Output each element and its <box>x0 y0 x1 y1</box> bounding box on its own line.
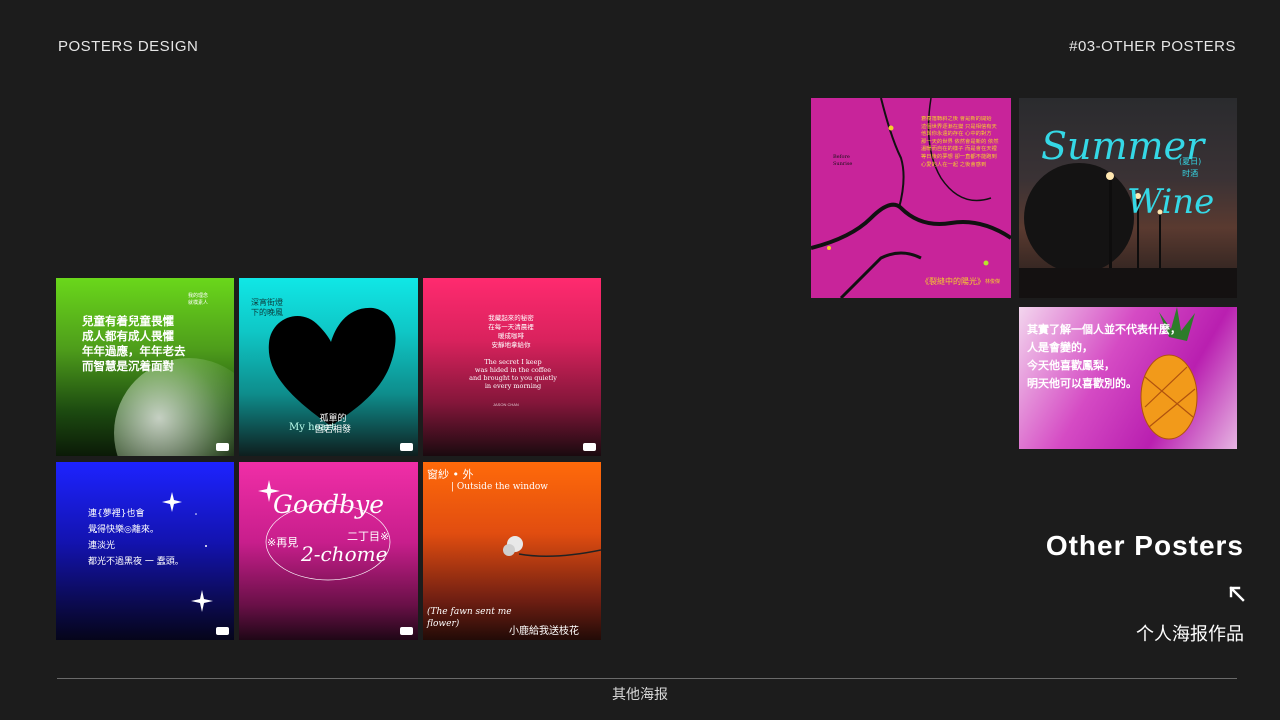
section-title: Other Posters <box>1045 530 1244 561</box>
poster-summer-wine[interactable]: Summer Wine (夏日) 时酒 <box>1019 98 1237 298</box>
poster-cracks-author: 林俊傑 <box>985 279 1001 285</box>
brand-logo-icon <box>583 443 596 451</box>
poster-goodbye-script2: 2-chome <box>301 542 388 566</box>
poster-cracks-left: Before Sunrise <box>833 154 853 167</box>
poster-green-corner: 我的理念 就樸素人 <box>188 293 209 306</box>
poster-goodbye[interactable]: Goodbye 二丁目※ ※再見 2-chome <box>239 462 418 640</box>
poster-summer-cn: (夏日) 时酒 <box>1179 157 1202 178</box>
poster-heart-top: 深宵街燈 下的晚風 <box>251 298 283 317</box>
poster-coffee[interactable]: 我藏起來的秘密 在每一天清晨裡 暖成咖啡 安靜地拿給你 The secret I… <box>423 278 601 456</box>
poster-summer-script2: Wine <box>1127 182 1215 222</box>
poster-pineapple-text: 其實了解一個人並不代表什麼， 人是會變的， 今天他喜歡鳳梨， 明天他可以喜歡別的… <box>1027 323 1181 390</box>
poster-cracks[interactable]: Before Sunrise 蒼樹落轉斜之後 會是新的開始 這個世界逐漸在變 只… <box>811 98 1011 298</box>
poster-green-text: 兒童有着兒童畏懼 成人都有成人畏懼 年年過應，年年老去 而智慧是沉着面對 <box>82 314 186 373</box>
poster-goodbye-script: Goodbye <box>273 490 384 519</box>
poster-coffee-credit: JASON CHAN <box>493 402 519 407</box>
arrow-up-left-icon <box>1229 586 1245 602</box>
poster-coffee-en: The secret I keep was hided in the coffe… <box>469 358 557 390</box>
poster-window[interactable]: 窗紗 • 外 | Outside the window (The fawn se… <box>423 462 601 640</box>
poster-stars[interactable]: 連{夢裡}也會 覺得快樂◎離來。 連淡光 都光不過黑夜 一 蠢頭。 <box>56 462 234 640</box>
poster-goodbye-cn2: ※再見 <box>267 536 299 549</box>
poster-cracks-title: 《裂縫中的陽光》 <box>921 277 985 286</box>
header-right-title: #03-OTHER POSTERS <box>1069 38 1236 55</box>
brand-logo-icon <box>400 627 413 635</box>
footer-label: 其他海报 <box>612 687 668 703</box>
section-subtitle: 个人海报作品 <box>1136 624 1244 645</box>
poster-coffee-cn: 我藏起來的秘密 在每一天清晨裡 暖成咖啡 安靜地拿給你 <box>488 314 534 349</box>
brand-logo-icon <box>400 443 413 451</box>
poster-heart-bottom: 孤單的 固若相發 <box>315 414 352 435</box>
page: POSTERS DESIGN #03-OTHER POSTERS 我的理念 就樸… <box>0 0 1280 720</box>
brand-logo-icon <box>216 627 229 635</box>
poster-green[interactable]: 我的理念 就樸素人 兒童有着兒童畏懼 成人都有成人畏懼 年年過應，年年老去 而智… <box>56 278 234 456</box>
poster-stars-text: 連{夢裡}也會 覺得快樂◎離來。 連淡光 都光不過黑夜 一 蠢頭。 <box>88 509 184 567</box>
poster-window-bottom-en: (The fawn sent me flower) <box>427 607 512 629</box>
brand-logo-icon <box>216 443 229 451</box>
poster-window-bottom-cn: 小鹿給我送枝花 <box>509 626 579 637</box>
poster-heart[interactable]: 深宵街燈 下的晚風 My heart 孤單的 固若相發 <box>239 278 418 456</box>
header-left-title: POSTERS DESIGN <box>58 38 199 55</box>
poster-pineapple[interactable]: 其實了解一個人並不代表什麼， 人是會變的， 今天他喜歡鳳梨， 明天他可以喜歡別的… <box>1019 307 1237 449</box>
footer-divider <box>57 678 1237 679</box>
poster-cracks-body: 蒼樹落轉斜之後 會是新的開始 這個世界逐漸在變 只是相信有天 他與你永遠的存在 … <box>921 116 999 168</box>
